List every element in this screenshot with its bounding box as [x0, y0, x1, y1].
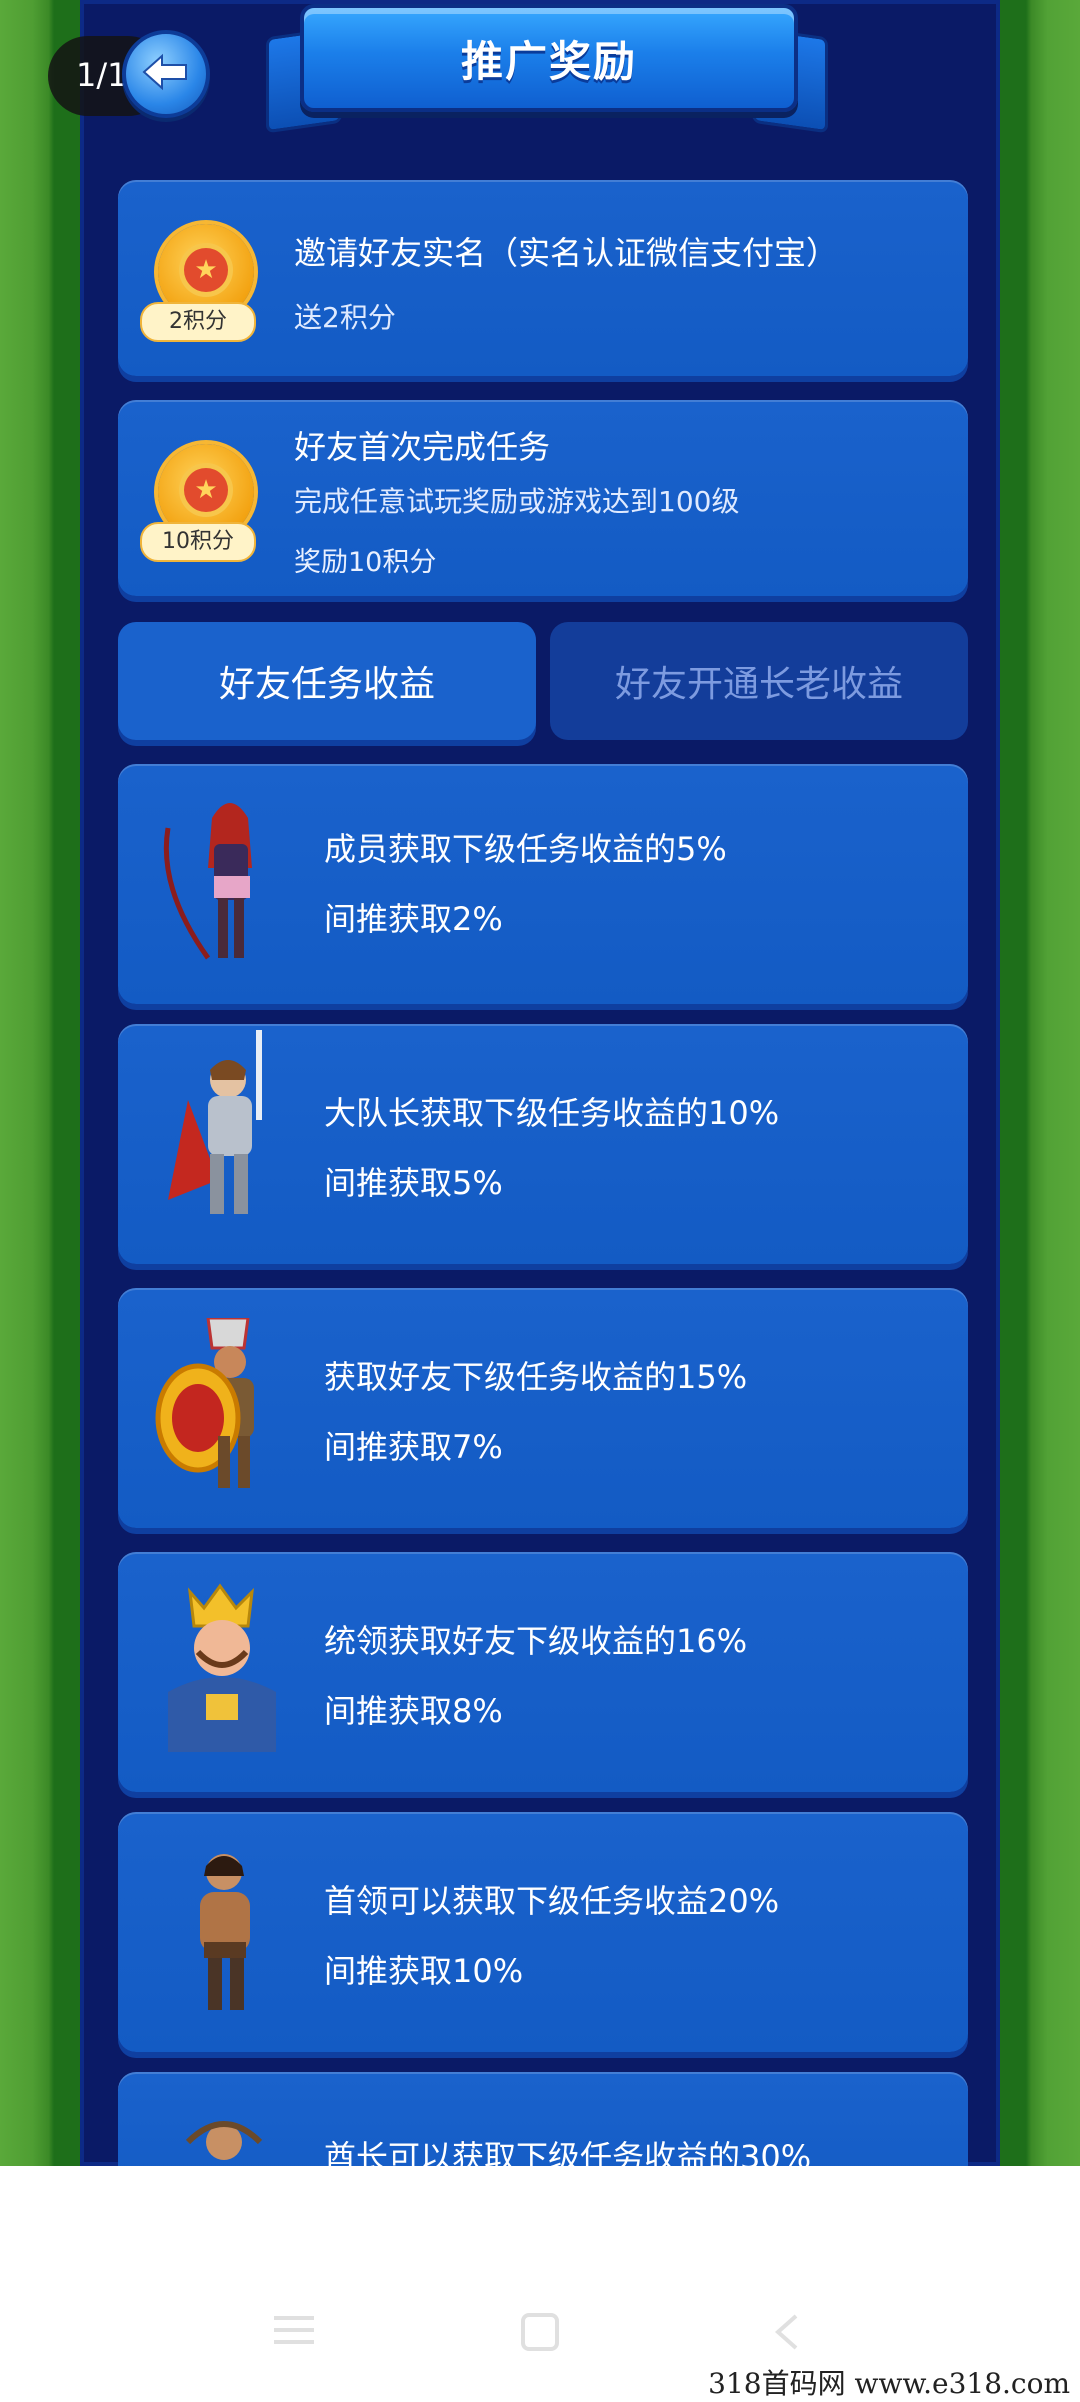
tab-friend-elder-income[interactable]: 好友开通长老收益: [550, 622, 968, 740]
task-reward: 奖励10积分: [294, 547, 437, 578]
task-title: 好友首次完成任务: [294, 428, 551, 466]
chieftain-icon: [148, 2112, 298, 2172]
shield-warrior-icon: [148, 1316, 298, 1498]
level-indirect-text: 间推获取10%: [324, 1952, 524, 1990]
level-card: 大队长获取下级任务收益的10% 间推获取5%: [118, 1024, 968, 1264]
medal-icon: ★ 10积分: [140, 444, 260, 564]
level-indirect-text: 间推获取8%: [324, 1692, 503, 1730]
page-counter-text: 1/1: [76, 56, 128, 94]
level-income-text: 大队长获取下级任务收益的10%: [324, 1094, 780, 1132]
tab-label: 好友任务收益: [218, 664, 435, 705]
level-card: 成员获取下级任务收益的5% 间推获取2%: [118, 764, 968, 1004]
medal-icon: ★ 2积分: [140, 224, 260, 344]
level-income-text: 获取好友下级任务收益的15%: [324, 1358, 748, 1396]
watermark: 318首码网 www.e318.com: [708, 2367, 1070, 2400]
barbarian-icon: [148, 1842, 298, 2022]
tab-friend-task-income[interactable]: 好友任务收益: [118, 622, 536, 740]
level-indirect-text: 间推获取2%: [324, 900, 503, 938]
points-badge: 2积分: [140, 302, 256, 342]
level-indirect-text: 间推获取7%: [324, 1428, 503, 1466]
level-indirect-text: 间推获取5%: [324, 1164, 503, 1202]
tab-label: 好友开通长老收益: [614, 664, 903, 705]
back-nav-icon[interactable]: [772, 2312, 802, 2352]
level-card: 统领获取好友下级收益的16% 间推获取8%: [118, 1552, 968, 1792]
page-title-ribbon: 推广奖励: [300, 4, 798, 112]
menu-icon[interactable]: [272, 2312, 316, 2348]
task-desc: 完成任意试玩奖励或游戏达到100级: [294, 485, 740, 518]
knight-icon: [148, 1030, 298, 1214]
points-badge: 10积分: [140, 522, 256, 562]
king-icon: [148, 1582, 298, 1762]
archer-icon: [148, 788, 298, 968]
back-button[interactable]: [122, 30, 210, 118]
task-title: 邀请好友实名（实名认证微信支付宝）: [294, 234, 839, 272]
level-income-text: 首领可以获取下级任务收益20%: [324, 1882, 780, 1920]
task-card-invite: ★ 2积分 邀请好友实名（实名认证微信支付宝） 送2积分: [118, 180, 968, 376]
page-title: 推广奖励: [460, 36, 637, 86]
task-card-first-task: ★ 10积分 好友首次完成任务 完成任意试玩奖励或游戏达到100级 奖励10积分: [118, 400, 968, 596]
arrow-left-icon: [142, 53, 187, 91]
level-income-text: 成员获取下级任务收益的5%: [324, 830, 727, 868]
level-income-text: 统领获取好友下级收益的16%: [324, 1622, 748, 1660]
level-card: 获取好友下级任务收益的15% 间推获取7%: [118, 1288, 968, 1528]
level-card: 首领可以获取下级任务收益20% 间推获取10%: [118, 1812, 968, 2052]
task-desc: 送2积分: [294, 301, 396, 334]
home-icon[interactable]: [520, 2312, 560, 2352]
